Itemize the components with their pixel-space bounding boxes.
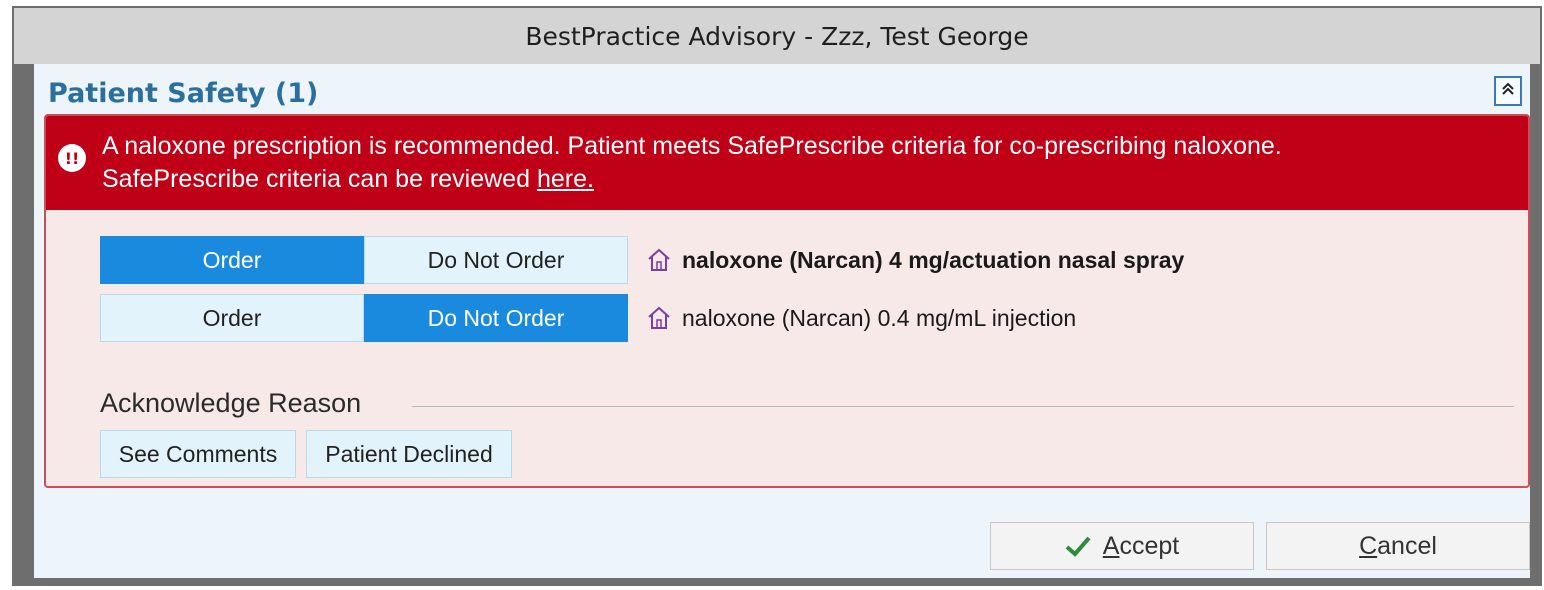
checkmark-icon	[1065, 536, 1091, 557]
title-bar: BestPractice Advisory - Zzz, Test George	[14, 8, 1540, 64]
accept-mnemonic: A	[1102, 531, 1120, 560]
dialog-content: Patient Safety (1) !! A naloxone prescri…	[34, 64, 1530, 578]
criteria-link[interactable]: here.	[537, 165, 594, 193]
patient-declined-button[interactable]: Patient Declined	[306, 430, 512, 478]
do-not-order-button[interactable]: Do Not Order	[364, 236, 628, 284]
home-med-icon	[648, 248, 670, 271]
alert-banner: !! A naloxone prescription is recommende…	[46, 116, 1528, 210]
double-exclamation-icon: !!	[58, 144, 86, 172]
divider	[412, 406, 1514, 407]
cancel-button[interactable]: Cancel	[1266, 522, 1530, 570]
cancel-label-rest: ancel	[1377, 531, 1437, 560]
acknowledge-reason-title: Acknowledge Reason	[100, 388, 362, 418]
order-row: Order Do Not Order naloxone (Narcan) 0.4…	[100, 294, 1076, 342]
accept-label-rest: ccept	[1119, 531, 1180, 560]
order-button[interactable]: Order	[100, 294, 364, 342]
medication-name: naloxone (Narcan) 4 mg/actuation nasal s…	[682, 246, 1185, 273]
alert-line-2: SafePrescribe criteria can be reviewed h…	[102, 163, 1508, 196]
cancel-label: Cancel	[1359, 532, 1437, 561]
order-row: Order Do Not Order naloxone (Narcan) 4 m…	[100, 236, 1184, 284]
home-med-icon	[648, 306, 670, 329]
advisory-panel: !! A naloxone prescription is recommende…	[44, 114, 1530, 488]
accept-button[interactable]: Accept	[990, 522, 1254, 570]
cancel-mnemonic: C	[1359, 531, 1378, 560]
medication-name: naloxone (Narcan) 0.4 mg/mL injection	[682, 304, 1077, 331]
advisory-dialog: BestPractice Advisory - Zzz, Test George…	[12, 6, 1542, 586]
accept-label: Accept	[1103, 532, 1179, 561]
alert-line-2-text: SafePrescribe criteria can be reviewed	[102, 165, 537, 193]
alert-text: A naloxone prescription is recommended. …	[102, 130, 1508, 196]
double-chevron-up-icon	[1500, 81, 1516, 102]
medication-label: naloxone (Narcan) 0.4 mg/mL injection	[646, 305, 1076, 332]
order-button[interactable]: Order	[100, 236, 364, 284]
window-title: BestPractice Advisory - Zzz, Test George	[525, 21, 1029, 51]
alert-line-1: A naloxone prescription is recommended. …	[102, 132, 1282, 160]
section-title: Patient Safety (1)	[48, 78, 319, 109]
do-not-order-button[interactable]: Do Not Order	[364, 294, 628, 342]
collapse-section-button[interactable]	[1494, 76, 1522, 106]
medication-label: naloxone (Narcan) 4 mg/actuation nasal s…	[646, 247, 1184, 274]
see-comments-button[interactable]: See Comments	[100, 430, 296, 478]
